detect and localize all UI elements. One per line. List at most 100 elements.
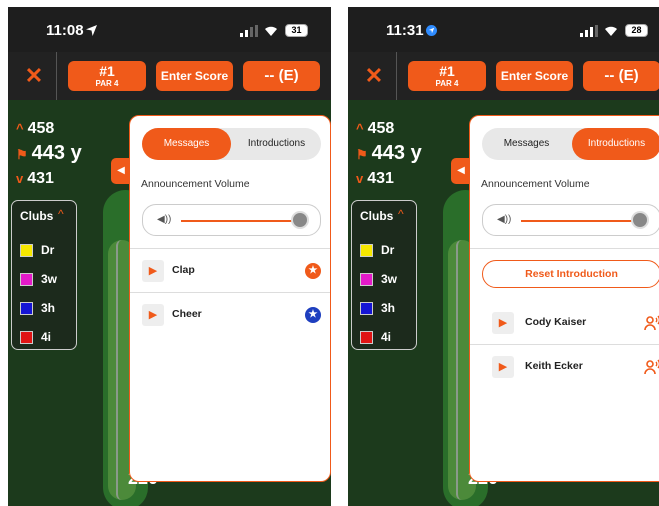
status-bar: 11:08 31 <box>8 7 331 52</box>
hole-selector-button[interactable]: #1 PAR 4 <box>408 61 486 91</box>
distance-back: ^ 458 <box>356 120 394 138</box>
speaker-icon: ◀)) <box>497 214 512 225</box>
divider <box>130 292 330 293</box>
distance-middle-value: 443 y <box>371 142 422 164</box>
volume-knob[interactable] <box>291 211 309 229</box>
close-icon[interactable]: ✕ <box>362 64 386 88</box>
speaker-icon[interactable]: ◀ <box>451 158 471 184</box>
club-color-swatch <box>360 331 373 345</box>
list-item[interactable]: ▶ Cody Kaiser <box>482 312 659 334</box>
distance-back-value: 458 <box>27 120 55 137</box>
status-bar: 11:31 28 <box>348 7 659 52</box>
play-icon[interactable]: ▶ <box>492 312 514 334</box>
chevron-up-icon[interactable]: ^ <box>58 207 64 221</box>
chevron-up-icon[interactable]: ^ <box>398 207 404 221</box>
wifi-icon <box>265 26 277 36</box>
volume-label: Announcement Volume <box>141 178 250 190</box>
distance-front: v 431 <box>16 170 54 188</box>
location-arrow-icon <box>86 25 97 36</box>
total-score-button[interactable]: -- (E) <box>243 61 320 91</box>
announcer-icon[interactable] <box>643 314 659 332</box>
flag-icon: ⚑ <box>16 147 28 162</box>
club-color-swatch <box>360 244 373 258</box>
list-item[interactable]: ▶ Cheer ★ <box>142 304 321 326</box>
club-label: 3h <box>381 301 396 315</box>
club-item: 3w <box>20 272 57 288</box>
header-divider <box>56 52 57 100</box>
distance-back-value: 458 <box>367 120 395 137</box>
clubs-legend[interactable]: Clubs ^ Dr 3w 3h 4i <box>351 200 417 350</box>
distance-middle-value: 443 y <box>31 142 82 164</box>
volume-label: Announcement Volume <box>481 178 590 190</box>
club-color-swatch <box>20 244 33 258</box>
play-icon[interactable]: ▶ <box>142 260 164 282</box>
announcer-icon[interactable] <box>643 358 659 376</box>
club-color-swatch <box>20 302 33 316</box>
distance-front: v 431 <box>356 170 394 188</box>
speaker-icon[interactable]: ◀ <box>111 158 131 184</box>
cart-path <box>456 240 468 500</box>
close-icon[interactable]: ✕ <box>22 64 46 88</box>
distance-front-value: 431 <box>367 170 394 187</box>
chevron-up-icon: ^ <box>16 121 24 136</box>
segmented-control: Messages Introductions <box>482 128 659 160</box>
volume-track <box>181 220 296 222</box>
star-badge-icon: ★ <box>305 307 321 323</box>
top-bar: ✕ #1 PAR 4 Enter Score -- (E) <box>8 52 331 100</box>
enter-score-button[interactable]: Enter Score <box>496 61 573 91</box>
distance-middle: ⚑ 443 y <box>356 142 422 165</box>
reset-introduction-button[interactable]: Reset Introduction <box>482 260 659 288</box>
club-item: 3h <box>20 301 55 317</box>
play-icon[interactable]: ▶ <box>492 356 514 378</box>
volume-knob[interactable] <box>631 211 649 229</box>
player-name: Cody Kaiser <box>525 316 587 328</box>
tab-messages[interactable]: Messages <box>142 128 231 160</box>
list-item[interactable]: ▶ Clap ★ <box>142 260 321 282</box>
club-item: 4i <box>20 330 51 346</box>
club-color-swatch <box>360 273 373 287</box>
play-icon[interactable]: ▶ <box>142 304 164 326</box>
divider <box>130 248 330 249</box>
enter-score-button[interactable]: Enter Score <box>156 61 233 91</box>
top-bar: ✕ #1 PAR 4 Enter Score -- (E) <box>348 52 659 100</box>
status-time: 11:31 <box>386 22 424 39</box>
hole-number: #1 <box>439 63 455 79</box>
cart-path <box>116 240 128 500</box>
divider <box>470 248 659 249</box>
tab-introductions[interactable]: Introductions <box>232 128 321 160</box>
club-label: 4i <box>381 330 392 344</box>
volume-slider[interactable]: ◀)) <box>142 204 321 236</box>
header-divider <box>396 52 397 100</box>
divider <box>470 344 659 345</box>
club-label: 3w <box>381 272 398 286</box>
hole-par: PAR 4 <box>95 79 119 88</box>
clubs-title: Clubs <box>20 209 54 223</box>
clubs-title: Clubs <box>360 209 394 223</box>
distance-front-value: 431 <box>27 170 54 187</box>
hole-number: #1 <box>99 63 115 79</box>
club-label: 3h <box>41 301 56 315</box>
message-label: Clap <box>172 264 195 276</box>
announcer-panel: Messages Introductions Announcement Volu… <box>129 115 331 482</box>
location-arrow-icon <box>426 25 437 36</box>
announcer-panel: Messages Introductions Announcement Volu… <box>469 115 659 482</box>
hole-selector-button[interactable]: #1 PAR 4 <box>68 61 146 91</box>
total-score-button[interactable]: -- (E) <box>583 61 659 91</box>
chevron-up-icon: ^ <box>356 121 364 136</box>
club-color-swatch <box>20 273 33 287</box>
clubs-legend[interactable]: Clubs ^ Dr 3w 3h 4i <box>11 200 77 350</box>
volume-slider[interactable]: ◀)) <box>482 204 659 236</box>
tab-introductions[interactable]: Introductions <box>572 128 659 160</box>
cellular-signal-icon <box>240 25 258 37</box>
club-item: 3w <box>360 272 397 288</box>
list-item[interactable]: ▶ Keith Ecker <box>482 356 659 378</box>
player-name: Keith Ecker <box>525 360 583 372</box>
hole-par: PAR 4 <box>435 79 459 88</box>
volume-track <box>521 220 636 222</box>
wifi-icon <box>605 26 617 36</box>
flag-icon: ⚑ <box>356 147 368 162</box>
cellular-signal-icon <box>580 25 598 37</box>
tab-messages[interactable]: Messages <box>482 128 571 160</box>
club-color-swatch <box>360 302 373 316</box>
club-label: 4i <box>41 330 52 344</box>
